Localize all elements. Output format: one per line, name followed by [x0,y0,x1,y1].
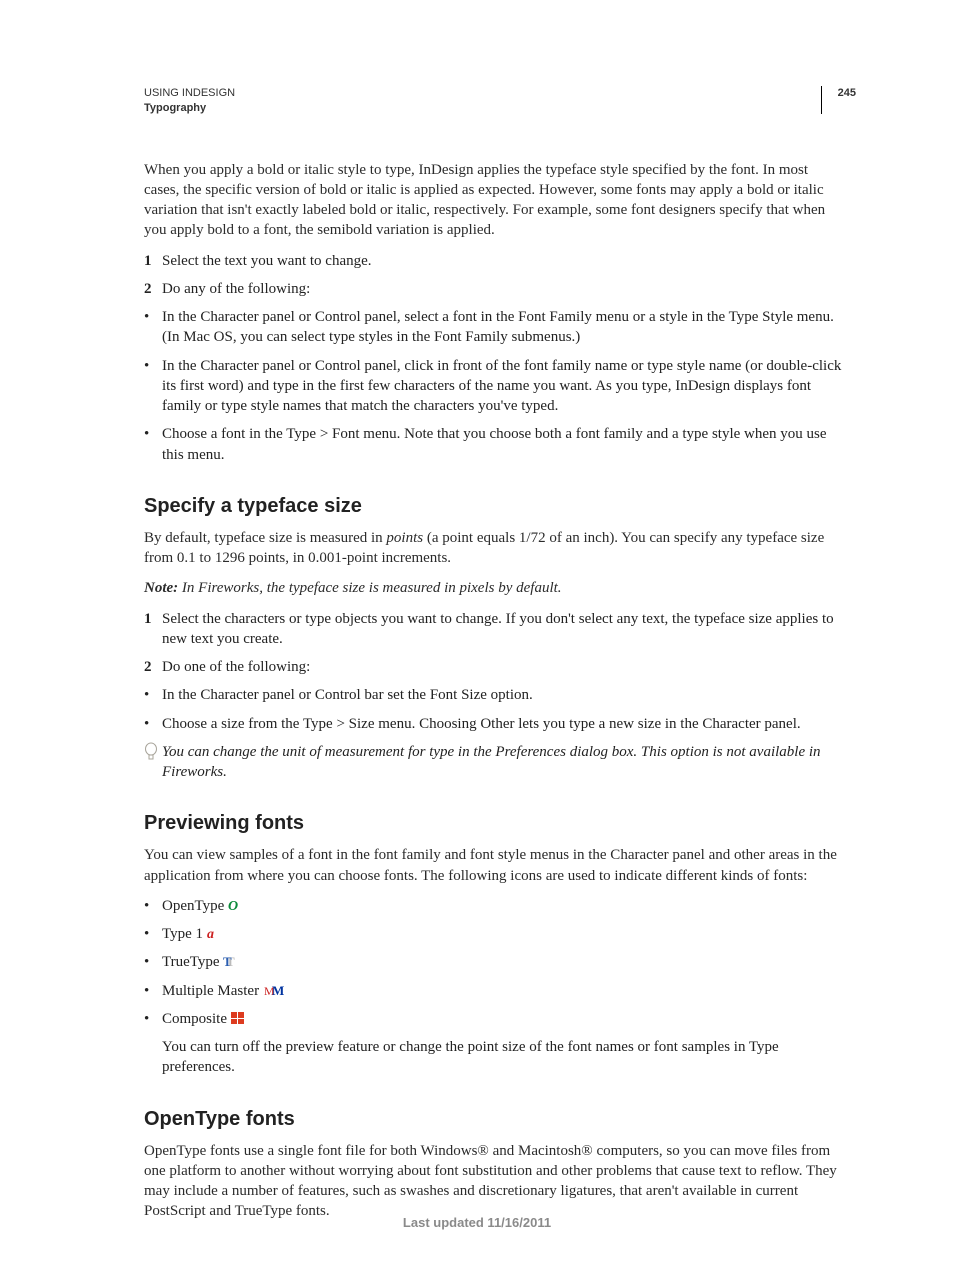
list-item: •In the Character panel or Control panel… [144,307,844,348]
intro-steps: 1Select the text you want to change. 2Do… [144,251,844,300]
list-item: 1Select the characters or type objects y… [144,609,844,650]
font-type-list: •OpenType O •Type 1 a •TrueType TT •Mult… [144,896,844,1029]
heading-opentype: OpenType fonts [144,1108,844,1131]
list-item: •Composite [144,1009,844,1029]
page-number: 245 [821,86,856,114]
section-title: Typography [144,101,844,116]
running-header: USING INDESIGN Typography 245 [144,86,844,116]
list-item: •In the Character panel or Control panel… [144,356,844,417]
tip: You can change the unit of measurement f… [144,742,844,783]
heading-specify-size: Specify a typeface size [144,495,844,518]
truetype-icon: TT [223,955,239,968]
intro-bullets: •In the Character panel or Control panel… [144,307,844,465]
svg-text:O: O [228,899,238,912]
list-item: •In the Character panel or Control bar s… [144,685,844,705]
multiple-master-icon: MM [263,984,285,997]
type1-icon: a [207,927,221,940]
size-bullets: •In the Character panel or Control bar s… [144,685,844,734]
intro-paragraph: When you apply a bold or italic style to… [144,160,844,241]
list-item: •Type 1 a [144,924,844,944]
size-steps: 1Select the characters or type objects y… [144,609,844,678]
lightbulb-icon [144,742,162,783]
preview-after: You can turn off the preview feature or … [162,1037,844,1078]
size-note: Note: In Fireworks, the typeface size is… [144,578,844,598]
list-item: 2Do any of the following: [144,279,844,299]
doc-title: USING INDESIGN [144,86,844,101]
svg-text:T: T [223,955,232,968]
composite-icon [231,1011,246,1025]
list-item: •Choose a font in the Type > Font menu. … [144,424,844,465]
footer: Last updated 11/16/2011 [0,1215,954,1230]
list-item: •TrueType TT [144,952,844,972]
list-item: •OpenType O [144,896,844,916]
opentype-icon: O [228,899,243,912]
preview-paragraph: You can view samples of a font in the fo… [144,845,844,886]
heading-previewing: Previewing fonts [144,812,844,835]
opentype-paragraph: OpenType fonts use a single font file fo… [144,1141,844,1222]
svg-text:M: M [272,984,284,997]
list-item: •Multiple Master MM [144,981,844,1001]
list-item: •Choose a size from the Type > Size menu… [144,714,844,734]
list-item: 2Do one of the following: [144,657,844,677]
list-item: 1Select the text you want to change. [144,251,844,271]
size-paragraph: By default, typeface size is measured in… [144,528,844,569]
svg-text:a: a [207,927,214,940]
